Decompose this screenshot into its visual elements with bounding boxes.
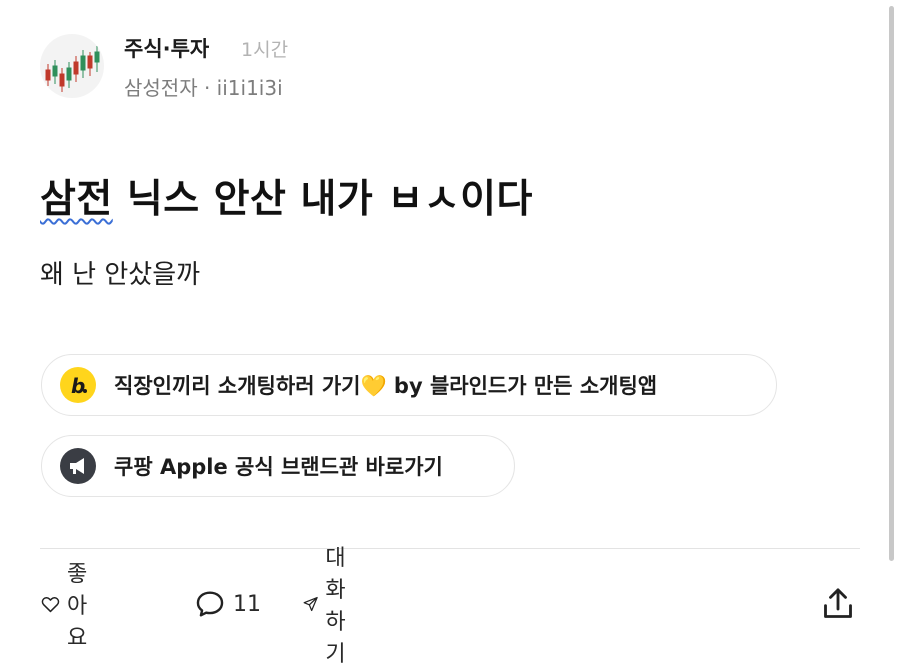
chat-button[interactable]: 대화하기 [302,546,364,667]
post-body: 왜 난 안샀을까 [40,260,201,290]
ad-chip-blind-dating[interactable]: b 직장인끼리 소개팅하러 가기💛 by 블라인드가 만든 소개팅앱 [41,354,777,416]
post-title: 삼전 닉스 안산 내가 ㅂㅅ이다 [40,168,533,224]
share-icon [824,588,852,618]
candlestick-avatar-icon [45,46,100,92]
board-name[interactable]: 주식·투자 [124,33,209,63]
heart-icon [41,596,60,613]
ad-chip-coupang-apple[interactable]: 쿠팡 Apple 공식 브랜드관 바로가기 [41,435,515,497]
ad-chip-label: 직장인끼리 소개팅하러 가기💛 by 블라인드가 만든 소개팅앱 [114,374,658,398]
megaphone-icon [60,448,96,484]
like-button[interactable]: 좋아요 [40,562,102,651]
avatar[interactable] [40,34,104,98]
paper-plane-icon [303,596,318,612]
divider [40,548,860,549]
scrollbar[interactable] [889,6,894,561]
share-button[interactable] [818,582,858,626]
title-spell-flagged-word: 삼전 [40,177,113,222]
title-rest: 닉스 안산 내가 ㅂㅅ이다 [112,177,533,222]
comment-count: 11 [233,591,261,617]
chat-label: 대화하기 [325,546,346,667]
comment-bubble-icon [196,591,224,617]
comment-button[interactable]: 11 [193,582,261,626]
ad-chip-label: 쿠팡 Apple 공식 브랜드관 바로가기 [114,455,443,479]
b-logo-icon: b [60,367,96,403]
post-time: 1시간 [241,39,289,61]
svg-text:b: b [71,374,85,398]
like-label: 좋아요 [66,562,88,651]
author-meta[interactable]: 삼성전자 · ii1i1i3i [124,72,283,101]
